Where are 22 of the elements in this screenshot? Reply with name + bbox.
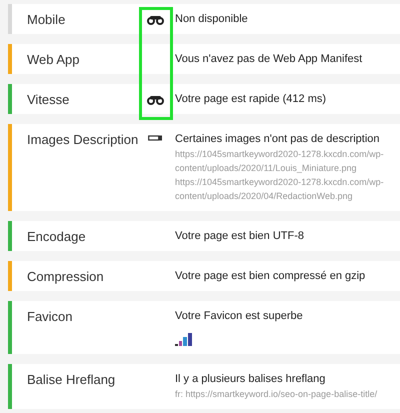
check-label: Web App (26, 51, 81, 69)
result-message: Votre page est bien compressé en gzip (175, 270, 366, 282)
result-message: Votre page est rapide (412 ms) (175, 93, 328, 105)
binoculars-icon[interactable] (146, 15, 164, 25)
check-label: Images Description (26, 131, 139, 149)
check-label: Encodage (26, 228, 87, 246)
result-message: Votre Favicon est superbe (175, 310, 304, 322)
result-message: Il y a plusieurs balises hreflang (175, 373, 326, 385)
ruler-icon[interactable] (148, 135, 162, 141)
binoculars-icon[interactable] (146, 95, 164, 105)
result-message: Non disponible (175, 13, 249, 25)
check-label: Favicon (26, 308, 74, 326)
check-label: Compression (26, 268, 105, 286)
favicon-bars-icon (175, 332, 193, 346)
result-message: Votre page est bien UTF-8 (175, 230, 306, 242)
check-label: Mobile (26, 11, 66, 29)
result-message: Vous n'avez pas de Web App Manifest (175, 53, 364, 65)
url-text: fr: https://smartkeyword.io/seo-on-page-balise-title/ (175, 388, 378, 401)
check-label: Balise Hreflang (26, 371, 116, 389)
url-text: https://1045smartkeyword2020-1278.kxcdn.com/wp-content/uploads/2020/04/RedactionWeb.png (175, 176, 385, 203)
check-label: Vitesse (26, 91, 70, 109)
result-message: Certaines images n'ont pas de description (175, 133, 380, 145)
